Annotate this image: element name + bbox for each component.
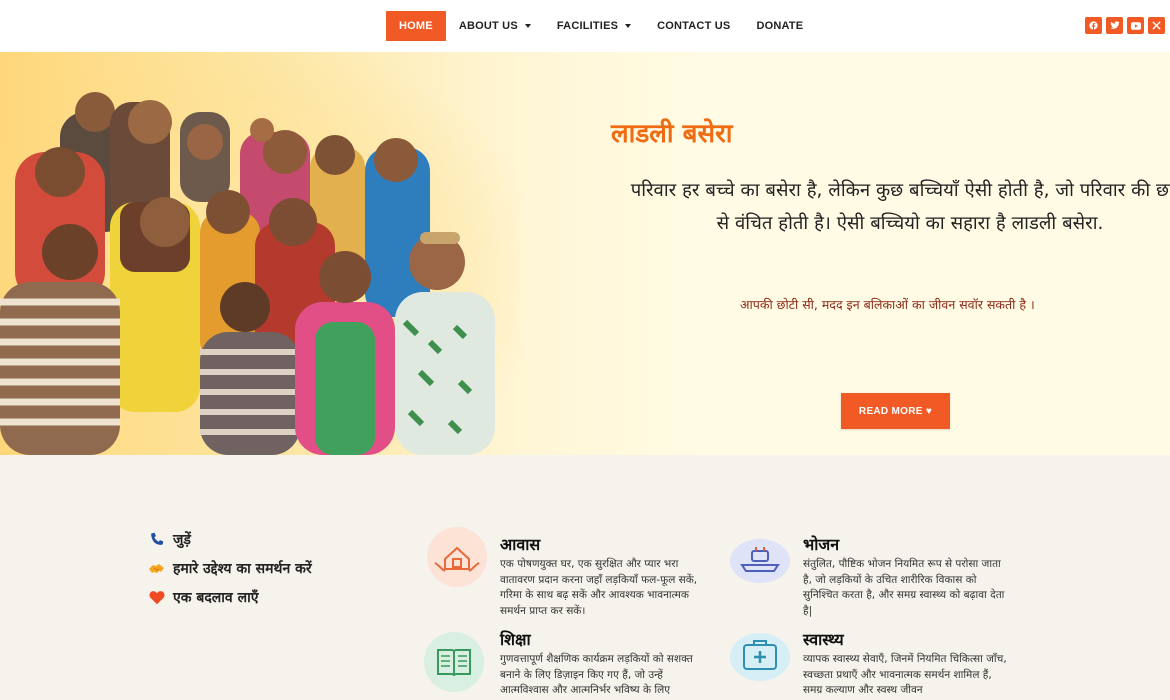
nav-home-label: HOME [399, 20, 433, 32]
feature-housing-title: आवास [500, 535, 541, 554]
feature-food: भोजन संतुलित, पौष्टिक भोजन नियमित रूप से… [803, 535, 1013, 619]
nav-home[interactable]: HOME [386, 11, 446, 41]
children-group-photo [0, 52, 520, 455]
nav-donate-label: DONATE [756, 20, 804, 32]
feature-food-text: संतुलित, पौष्टिक भोजन नियमित रूप से परोस… [803, 558, 1005, 617]
hero-description: परिवार हर बच्चे का बसेरा है, लेकिन कुछ ब… [610, 174, 1170, 240]
feature-health: स्वास्थ्य व्यापक स्वास्थ्य सेवाएँ, जिनमे… [803, 630, 1013, 699]
house-hands-icon [427, 527, 487, 587]
hero-title: लाडली बसेरा [611, 119, 733, 149]
link-change[interactable]: एक बदलाव लाएँ [148, 583, 312, 612]
action-links: जुड़ें हमारे उद्देश्य का समर्थन करें एक … [148, 525, 312, 612]
chevron-down-icon [625, 24, 632, 28]
facebook-icon[interactable] [1085, 17, 1102, 34]
link-change-label: एक बदलाव लाएँ [173, 590, 259, 606]
link-join[interactable]: जुड़ें [148, 525, 312, 554]
social-links [1085, 17, 1165, 34]
feature-education-title: शिक्षा [500, 630, 531, 649]
phone-icon [148, 531, 166, 549]
feature-education: शिक्षा गुणवत्तापूर्ण शैक्षणिक कार्यक्रम … [500, 630, 710, 699]
chevron-down-icon [524, 24, 531, 28]
nav-contact-us[interactable]: CONTACT US [644, 11, 743, 41]
link-join-label: जुड़ें [173, 532, 191, 548]
read-more-button[interactable]: READ MORE ♥ [841, 393, 950, 429]
hero-description-line-1: परिवार हर बच्चे का बसेरा है, लेकिन कुछ ब… [630, 180, 1170, 201]
book-icon [424, 632, 484, 692]
handshake-icon [148, 560, 166, 578]
nav-facilities-label: FACILITIES [556, 20, 619, 32]
youtube-icon[interactable] [1127, 17, 1144, 34]
feature-education-text: गुणवत्तापूर्ण शैक्षणिक कार्यक्रम लड़कियो… [500, 653, 693, 696]
feature-food-title: भोजन [803, 535, 840, 554]
link-support-label: हमारे उद्देश्य का समर्थन करें [173, 561, 312, 577]
twitter-icon[interactable] [1106, 17, 1123, 34]
main-menu: HOME ABOUT US FACILITIES CONTACT US DONA… [386, 11, 816, 41]
hero-subtext: आपकी छोटी सी, मदद इन बलिकाओं का जीवन सवॉ… [740, 297, 1035, 312]
food-tray-icon [730, 539, 790, 583]
nav-about-us-label: ABOUT US [458, 20, 518, 32]
top-navigation: HOME ABOUT US FACILITIES CONTACT US DONA… [0, 0, 1170, 52]
feature-health-title: स्वास्थ्य [803, 630, 844, 649]
nav-about-us[interactable]: ABOUT US [446, 11, 544, 41]
feature-housing-text: एक पोषणयुक्त घर, एक सुरक्षित और प्यार भर… [500, 558, 698, 617]
nav-facilities[interactable]: FACILITIES [544, 11, 644, 41]
x-icon[interactable] [1148, 17, 1165, 34]
facilities-section: जुड़ें हमारे उद्देश्य का समर्थन करें एक … [0, 455, 1170, 700]
nav-donate[interactable]: DONATE [743, 11, 816, 41]
hero-description-line-2: से वंचित होती है। ऐसी बच्चियो का सहारा ह… [716, 213, 1104, 234]
hero-section: लाडली बसेरा परिवार हर बच्चे का बसेरा है,… [0, 52, 1170, 455]
medical-kit-icon [730, 633, 790, 681]
feature-health-text: व्यापक स्वास्थ्य सेवाएँ, जिनमें नियमित च… [803, 653, 1007, 696]
heart-icon [148, 589, 166, 607]
nav-contact-us-label: CONTACT US [657, 20, 731, 32]
feature-housing: आवास एक पोषणयुक्त घर, एक सुरक्षित और प्य… [500, 535, 710, 619]
link-support[interactable]: हमारे उद्देश्य का समर्थन करें [148, 554, 312, 583]
